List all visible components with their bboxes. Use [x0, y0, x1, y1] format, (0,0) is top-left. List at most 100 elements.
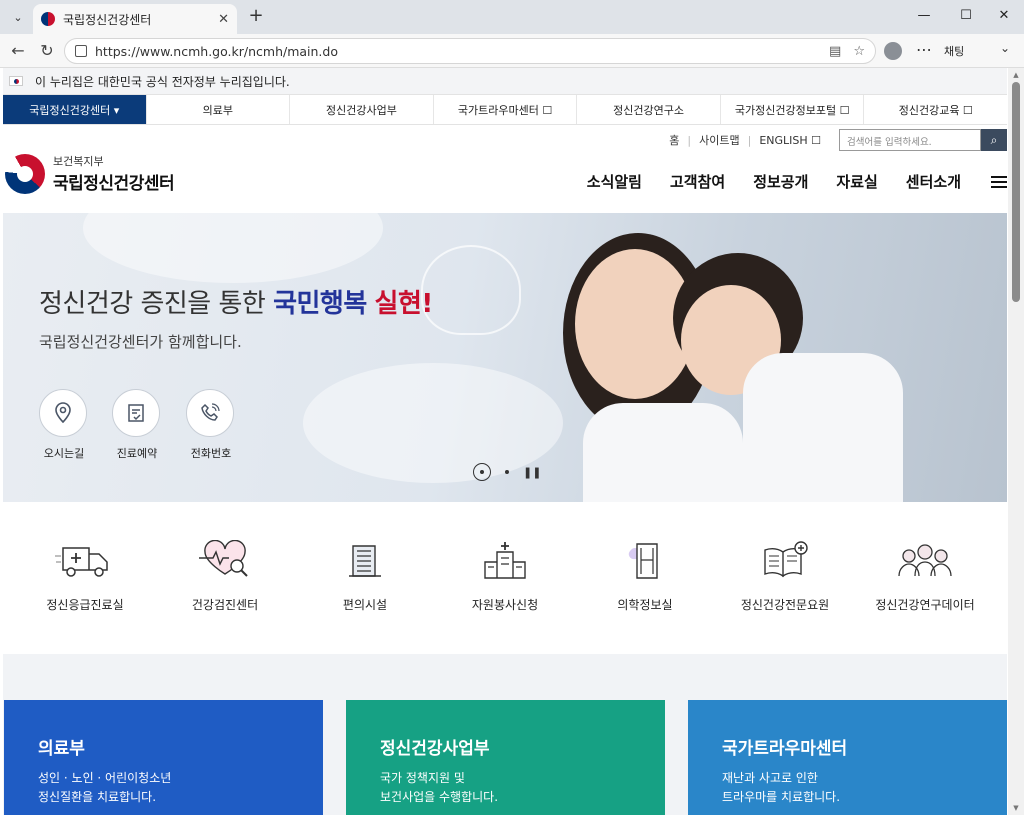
- quick-link-label: 오시는길: [43, 447, 85, 460]
- gnb-item-participation[interactable]: 고객참여: [670, 171, 725, 192]
- topnav-item-research-institute[interactable]: 정신건강연구소: [577, 95, 721, 124]
- people-icon: [855, 538, 995, 582]
- heart-check-icon: [155, 538, 295, 582]
- gnb-item-resources[interactable]: 자료실: [836, 171, 877, 192]
- search-input[interactable]: 검색어를 입력하세요.: [839, 129, 981, 151]
- scrollbar-thumb[interactable]: [1012, 82, 1020, 302]
- site-header: 홈 | 사이트맵 | ENGLISH ☐ 검색어를 입력하세요. ⌕ 보건복지부…: [3, 125, 1007, 213]
- service-professional[interactable]: 정신건강전문요원: [715, 538, 855, 613]
- site-search: 검색어를 입력하세요. ⌕: [839, 129, 1007, 151]
- heart-outline-decoration: [421, 245, 521, 335]
- home-link[interactable]: 홈: [669, 132, 679, 148]
- reader-mode-icon[interactable]: ▤: [829, 44, 841, 59]
- copilot-chat-button[interactable]: 채팅: [944, 41, 964, 85]
- topnav-item-ncmh[interactable]: 국립정신건강센터 ▾: [3, 95, 147, 124]
- medical-info-icon: [575, 538, 715, 582]
- chevron-down-icon[interactable]: ⌄: [1000, 41, 1010, 55]
- hero-title: 정신건강 증진을 통한 국민행복 실현!: [39, 283, 433, 320]
- hero-photo-mother-child: [543, 213, 1007, 502]
- card-mental-health-projects[interactable]: 정신건강사업부 국가 정책지원 및 보건사업을 수행합니다.: [346, 700, 665, 815]
- service-research-data[interactable]: 정신건강연구데이터: [855, 538, 995, 613]
- browser-tab[interactable]: 국립정신건강센터 ✕: [33, 4, 237, 34]
- tab-list-button[interactable]: ⌄: [6, 6, 30, 28]
- favorite-star-icon[interactable]: ☆: [853, 44, 865, 59]
- divider: |: [687, 133, 692, 147]
- quick-link-phone[interactable]: 전화번호: [186, 389, 236, 461]
- more-menu-icon[interactable]: ⋯: [916, 40, 932, 59]
- back-icon[interactable]: ←: [8, 41, 28, 61]
- page-scrollbar[interactable]: ▲ ▼: [1008, 68, 1024, 815]
- hamburger-menu-icon[interactable]: [991, 173, 1007, 191]
- topnav-item-medical[interactable]: 의료부: [147, 95, 291, 124]
- building-icon: [295, 538, 435, 582]
- card-description: 성인 · 노인 · 어린이청소년 정신질환을 치료합니다.: [38, 771, 172, 804]
- close-window-button[interactable]: ✕: [994, 8, 1014, 26]
- quick-link-directions[interactable]: 오시는길: [39, 389, 89, 461]
- gov-banner: 이 누리집은 대한민국 공식 전자정부 누리집입니다.: [3, 68, 1007, 94]
- english-link[interactable]: ENGLISH ☐: [759, 134, 821, 147]
- cloud-decoration: [83, 213, 383, 283]
- site-info-icon[interactable]: [75, 45, 87, 57]
- slide-indicator[interactable]: [505, 470, 509, 474]
- book-plus-icon: [715, 538, 855, 582]
- browser-tab-bar: ⌄ 국립정신건강센터 ✕ + — ☐ ✕: [0, 0, 1024, 34]
- search-icon[interactable]: ⌕: [981, 129, 1007, 151]
- minimize-button[interactable]: —: [914, 8, 934, 26]
- slide-indicator-active[interactable]: [473, 463, 491, 481]
- gnb-item-news[interactable]: 소식알림: [587, 171, 642, 192]
- scroll-down-icon[interactable]: ▼: [1012, 804, 1020, 812]
- gnb-item-disclosure[interactable]: 정보공개: [753, 171, 808, 192]
- scroll-up-icon[interactable]: ▲: [1012, 71, 1020, 79]
- profile-avatar[interactable]: [884, 42, 902, 60]
- photo-shirt: [583, 403, 743, 502]
- service-medical-info[interactable]: 의학정보실: [575, 538, 715, 613]
- card-trauma-center[interactable]: 국가트라우마센터 재난과 사고로 인한 트라우마를 치료합니다.: [688, 700, 1007, 815]
- maximize-button[interactable]: ☐: [956, 8, 976, 26]
- card-medical[interactable]: 의료부 성인 · 노인 · 어린이청소년 정신질환을 치료합니다.: [4, 700, 323, 815]
- top-site-nav: 국립정신건강센터 ▾ 의료부 정신건강사업부 국가트라우마센터 ☐ 정신건강연구…: [3, 94, 1007, 125]
- address-bar-row: ← ↻ https://www.ncmh.go.kr/ncmh/main.do …: [0, 34, 1024, 85]
- refresh-icon[interactable]: ↻: [37, 41, 57, 61]
- site-logo[interactable]: 보건복지부 국립정신건강센터: [5, 153, 175, 194]
- hero-subtitle: 국립정신건강센터가 함께합니다.: [39, 333, 242, 351]
- service-volunteer[interactable]: 자원봉사신청: [435, 538, 575, 613]
- tab-title: 국립정신건강센터: [63, 12, 152, 27]
- hero-title-plain: 정신건강 증진을 통한: [39, 289, 274, 319]
- close-tab-icon[interactable]: ✕: [218, 12, 229, 27]
- card-title: 정신건강사업부: [380, 739, 490, 759]
- new-tab-button[interactable]: +: [246, 6, 266, 26]
- sitemap-link[interactable]: 사이트맵: [699, 132, 739, 148]
- gnb-item-about[interactable]: 센터소개: [906, 171, 961, 192]
- ministry-name: 보건복지부: [53, 155, 104, 168]
- card-description: 국가 정책지원 및 보건사업을 수행합니다.: [380, 771, 499, 804]
- quick-link-label: 진료예약: [116, 447, 158, 460]
- photo-shirt: [743, 353, 903, 502]
- hospital-icon: [435, 538, 575, 582]
- service-health-checkup[interactable]: 건강검진센터: [155, 538, 295, 613]
- divider: |: [747, 133, 752, 147]
- center-name: 국립정신건강센터: [53, 174, 175, 194]
- url-field[interactable]: https://www.ncmh.go.kr/ncmh/main.do ▤ ☆: [64, 38, 876, 64]
- service-label: 정신건강연구데이터: [875, 598, 975, 612]
- topnav-item-info-portal[interactable]: 국가정신건강정보포털 ☐: [721, 95, 865, 124]
- service-label: 자원봉사신청: [471, 598, 539, 612]
- topnav-item-trauma-center[interactable]: 국가트라우마센터 ☐: [434, 95, 578, 124]
- service-label: 건강검진센터: [191, 598, 259, 612]
- service-facilities[interactable]: 편의시설: [295, 538, 435, 613]
- ambulance-icon: [15, 538, 155, 582]
- korea-flag-icon: [9, 76, 23, 86]
- phone-icon: [186, 389, 234, 437]
- main-nav: 소식알림 고객참여 정보공개 자료실 센터소개: [559, 171, 1007, 192]
- pause-icon[interactable]: ❚❚: [523, 466, 541, 479]
- utility-links: 홈 | 사이트맵 | ENGLISH ☐ 검색어를 입력하세요. ⌕: [669, 129, 1007, 151]
- service-emergency[interactable]: 정신응급진료실: [15, 538, 155, 613]
- quick-link-reservation[interactable]: 진료예약: [112, 389, 162, 461]
- gov-banner-text: 이 누리집은 대한민국 공식 전자정부 누리집입니다.: [35, 74, 290, 89]
- card-title: 의료부: [38, 739, 85, 759]
- topnav-item-mental-health-projects[interactable]: 정신건강사업부: [290, 95, 434, 124]
- service-label: 정신건강전문요원: [740, 598, 830, 612]
- card-title: 국가트라우마센터: [722, 739, 848, 759]
- topnav-item-education[interactable]: 정신건강교육 ☐: [864, 95, 1007, 124]
- slider-controls: ❚❚: [473, 463, 541, 481]
- quick-link-label: 전화번호: [190, 447, 232, 460]
